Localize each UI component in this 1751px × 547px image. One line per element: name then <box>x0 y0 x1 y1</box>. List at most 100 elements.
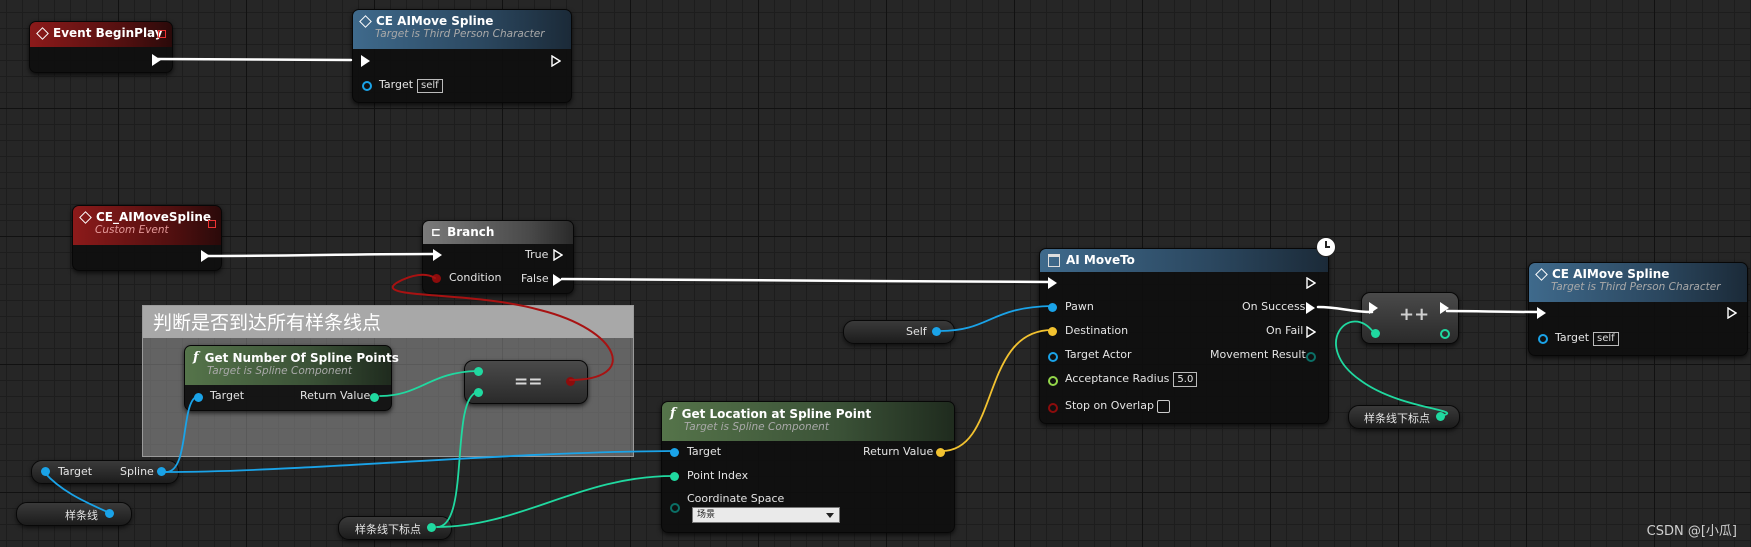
target-actor-pin[interactable] <box>1048 352 1058 362</box>
exec-in-pin[interactable] <box>361 55 370 67</box>
on-fail-exec-pin[interactable] <box>1306 326 1316 338</box>
target-pin[interactable] <box>670 448 679 457</box>
condition-label: Condition <box>449 271 502 284</box>
result-pin[interactable] <box>566 377 575 386</box>
exec-wire <box>560 277 1054 284</box>
exec-out-pin[interactable] <box>152 54 161 66</box>
node-title: CE_AIMoveSpline <box>96 210 212 224</box>
on-fail-label: On Fail <box>1266 324 1304 337</box>
exec-out-pin[interactable] <box>1727 307 1737 319</box>
node-title: AI MoveTo <box>1066 253 1135 267</box>
spline-index-out-pin[interactable] <box>427 523 436 532</box>
self-variable-node[interactable]: Self <box>843 320 955 344</box>
equals-node[interactable]: == <box>464 360 588 404</box>
stop-on-overlap-pin[interactable] <box>1048 403 1058 413</box>
a-input-pin[interactable] <box>474 367 483 376</box>
false-label: False <box>521 272 549 285</box>
spline-index-out-pin[interactable] <box>1436 412 1445 421</box>
point-index-label: Point Index <box>687 469 749 482</box>
spline-var-out-pin[interactable] <box>105 509 114 518</box>
pawn-label: Pawn <box>1065 300 1094 313</box>
exec-in-pin[interactable] <box>1369 302 1378 314</box>
exec-out-pin[interactable] <box>551 55 561 67</box>
b-input-pin[interactable] <box>474 388 483 397</box>
comment-title[interactable]: 判断是否到达所有样条线点 <box>143 306 633 338</box>
return-value-label: Return Value <box>863 445 934 458</box>
node-subtitle: Custom Event <box>95 224 169 236</box>
return-value-pin[interactable] <box>370 393 379 402</box>
target-pin[interactable] <box>1538 334 1548 344</box>
exec-out-pin[interactable] <box>1440 302 1449 314</box>
target-self-value[interactable]: self <box>1593 332 1619 346</box>
increment-symbol: ++ <box>1399 304 1430 325</box>
exec-in-pin[interactable] <box>1048 277 1057 289</box>
self-out-pin[interactable] <box>932 327 941 336</box>
delegate-pin[interactable] <box>208 220 216 228</box>
exec-out-pin[interactable] <box>1306 277 1316 289</box>
node-subtitle: Target is Third Person Character <box>375 28 545 40</box>
exec-in-pin[interactable] <box>433 249 442 261</box>
exec-wire <box>156 57 353 62</box>
spline-variable-node[interactable]: 样条线 <box>16 502 132 526</box>
target-pin[interactable] <box>194 393 203 402</box>
point-index-pin[interactable] <box>670 472 679 481</box>
stop-on-overlap-label: Stop on Overlap <box>1065 399 1154 412</box>
coordinate-space-dropdown[interactable]: 场景 <box>692 507 840 523</box>
stop-on-overlap-checkbox[interactable] <box>1157 400 1170 413</box>
exec-in-pin[interactable] <box>1537 307 1546 319</box>
exec-wire <box>206 252 435 258</box>
target-pin[interactable] <box>362 81 372 91</box>
target-self-value[interactable]: self <box>417 79 443 93</box>
on-success-exec-pin[interactable] <box>1306 302 1315 314</box>
target-label: Target <box>210 389 245 402</box>
target-in-pin[interactable] <box>41 467 50 476</box>
ai-moveto-node[interactable]: AI MoveTo Pawn Destination Target Actor … <box>1039 237 1336 424</box>
get-number-of-spline-points-node[interactable]: f Get Number Of Spline Points Target is S… <box>184 345 399 411</box>
true-exec-pin[interactable] <box>553 249 563 261</box>
int-input-pin[interactable] <box>1371 329 1380 338</box>
node-title: Get Number Of Spline Points <box>204 350 399 365</box>
spline-label: Spline <box>120 465 154 478</box>
destination-pin[interactable] <box>1048 327 1057 336</box>
event-beginplay-node[interactable]: Event BeginPlay <box>29 21 173 73</box>
spline-out-pin[interactable] <box>157 467 166 476</box>
increment-node[interactable]: ++ <box>1361 292 1459 344</box>
acceptance-radius-input[interactable]: 5.0 <box>1173 372 1198 387</box>
chevron-down-icon <box>826 513 834 518</box>
pawn-pin[interactable] <box>1048 303 1057 312</box>
node-title: CE AIMove Spline <box>376 14 494 28</box>
watermark: CSDN @[小瓜] <box>1646 524 1737 539</box>
vector-wire <box>941 329 1053 452</box>
ce-aimove-spline-node-top[interactable]: CE AIMove Spline Target is Third Person … <box>352 9 572 103</box>
function-icon: f <box>193 350 199 365</box>
on-success-label: On Success <box>1242 300 1306 313</box>
condition-pin[interactable] <box>432 274 441 283</box>
spline-index-variable-node[interactable]: 样条线下标点 <box>338 516 452 540</box>
latent-clock-icon <box>1316 237 1336 257</box>
acceptance-radius-label: Acceptance Radius <box>1065 372 1170 385</box>
int-output-pin[interactable] <box>1440 329 1450 339</box>
false-exec-pin[interactable] <box>553 274 562 286</box>
function-diamond-icon <box>359 14 372 28</box>
branch-node[interactable]: ⊏ Branch Condition True False <box>422 220 574 294</box>
return-value-pin[interactable] <box>936 448 945 457</box>
event-diamond-icon <box>79 210 92 224</box>
ce-aimove-spline-node-right[interactable]: CE AIMove Spline Target is Third Person … <box>1528 262 1748 356</box>
get-location-at-spline-point-node[interactable]: f Get Location at Spline Point Target is … <box>661 401 955 533</box>
movement-result-pin[interactable] <box>1306 352 1316 362</box>
target-spline-node[interactable]: Target Spline <box>31 460 179 484</box>
acceptance-radius-pin[interactable] <box>1048 376 1058 386</box>
ai-task-icon <box>1048 253 1060 267</box>
node-subtitle: Target is Spline Component <box>207 365 352 377</box>
return-value-label: Return Value <box>300 389 371 402</box>
spline-index-variable-node-right[interactable]: 样条线下标点 <box>1348 405 1460 429</box>
exec-wire <box>1445 309 1542 314</box>
coordinate-space-pin[interactable] <box>670 503 680 513</box>
node-title: CE AIMove Spline <box>1552 267 1670 281</box>
custom-event-node[interactable]: CE_AIMoveSpline Custom Event <box>72 205 222 271</box>
exec-out-pin[interactable] <box>201 250 210 262</box>
node-subtitle: Target is Third Person Character <box>1551 281 1721 293</box>
target-label: Target <box>687 445 722 458</box>
delegate-pin[interactable] <box>158 30 166 38</box>
node-title: Get Location at Spline Point <box>681 406 872 421</box>
